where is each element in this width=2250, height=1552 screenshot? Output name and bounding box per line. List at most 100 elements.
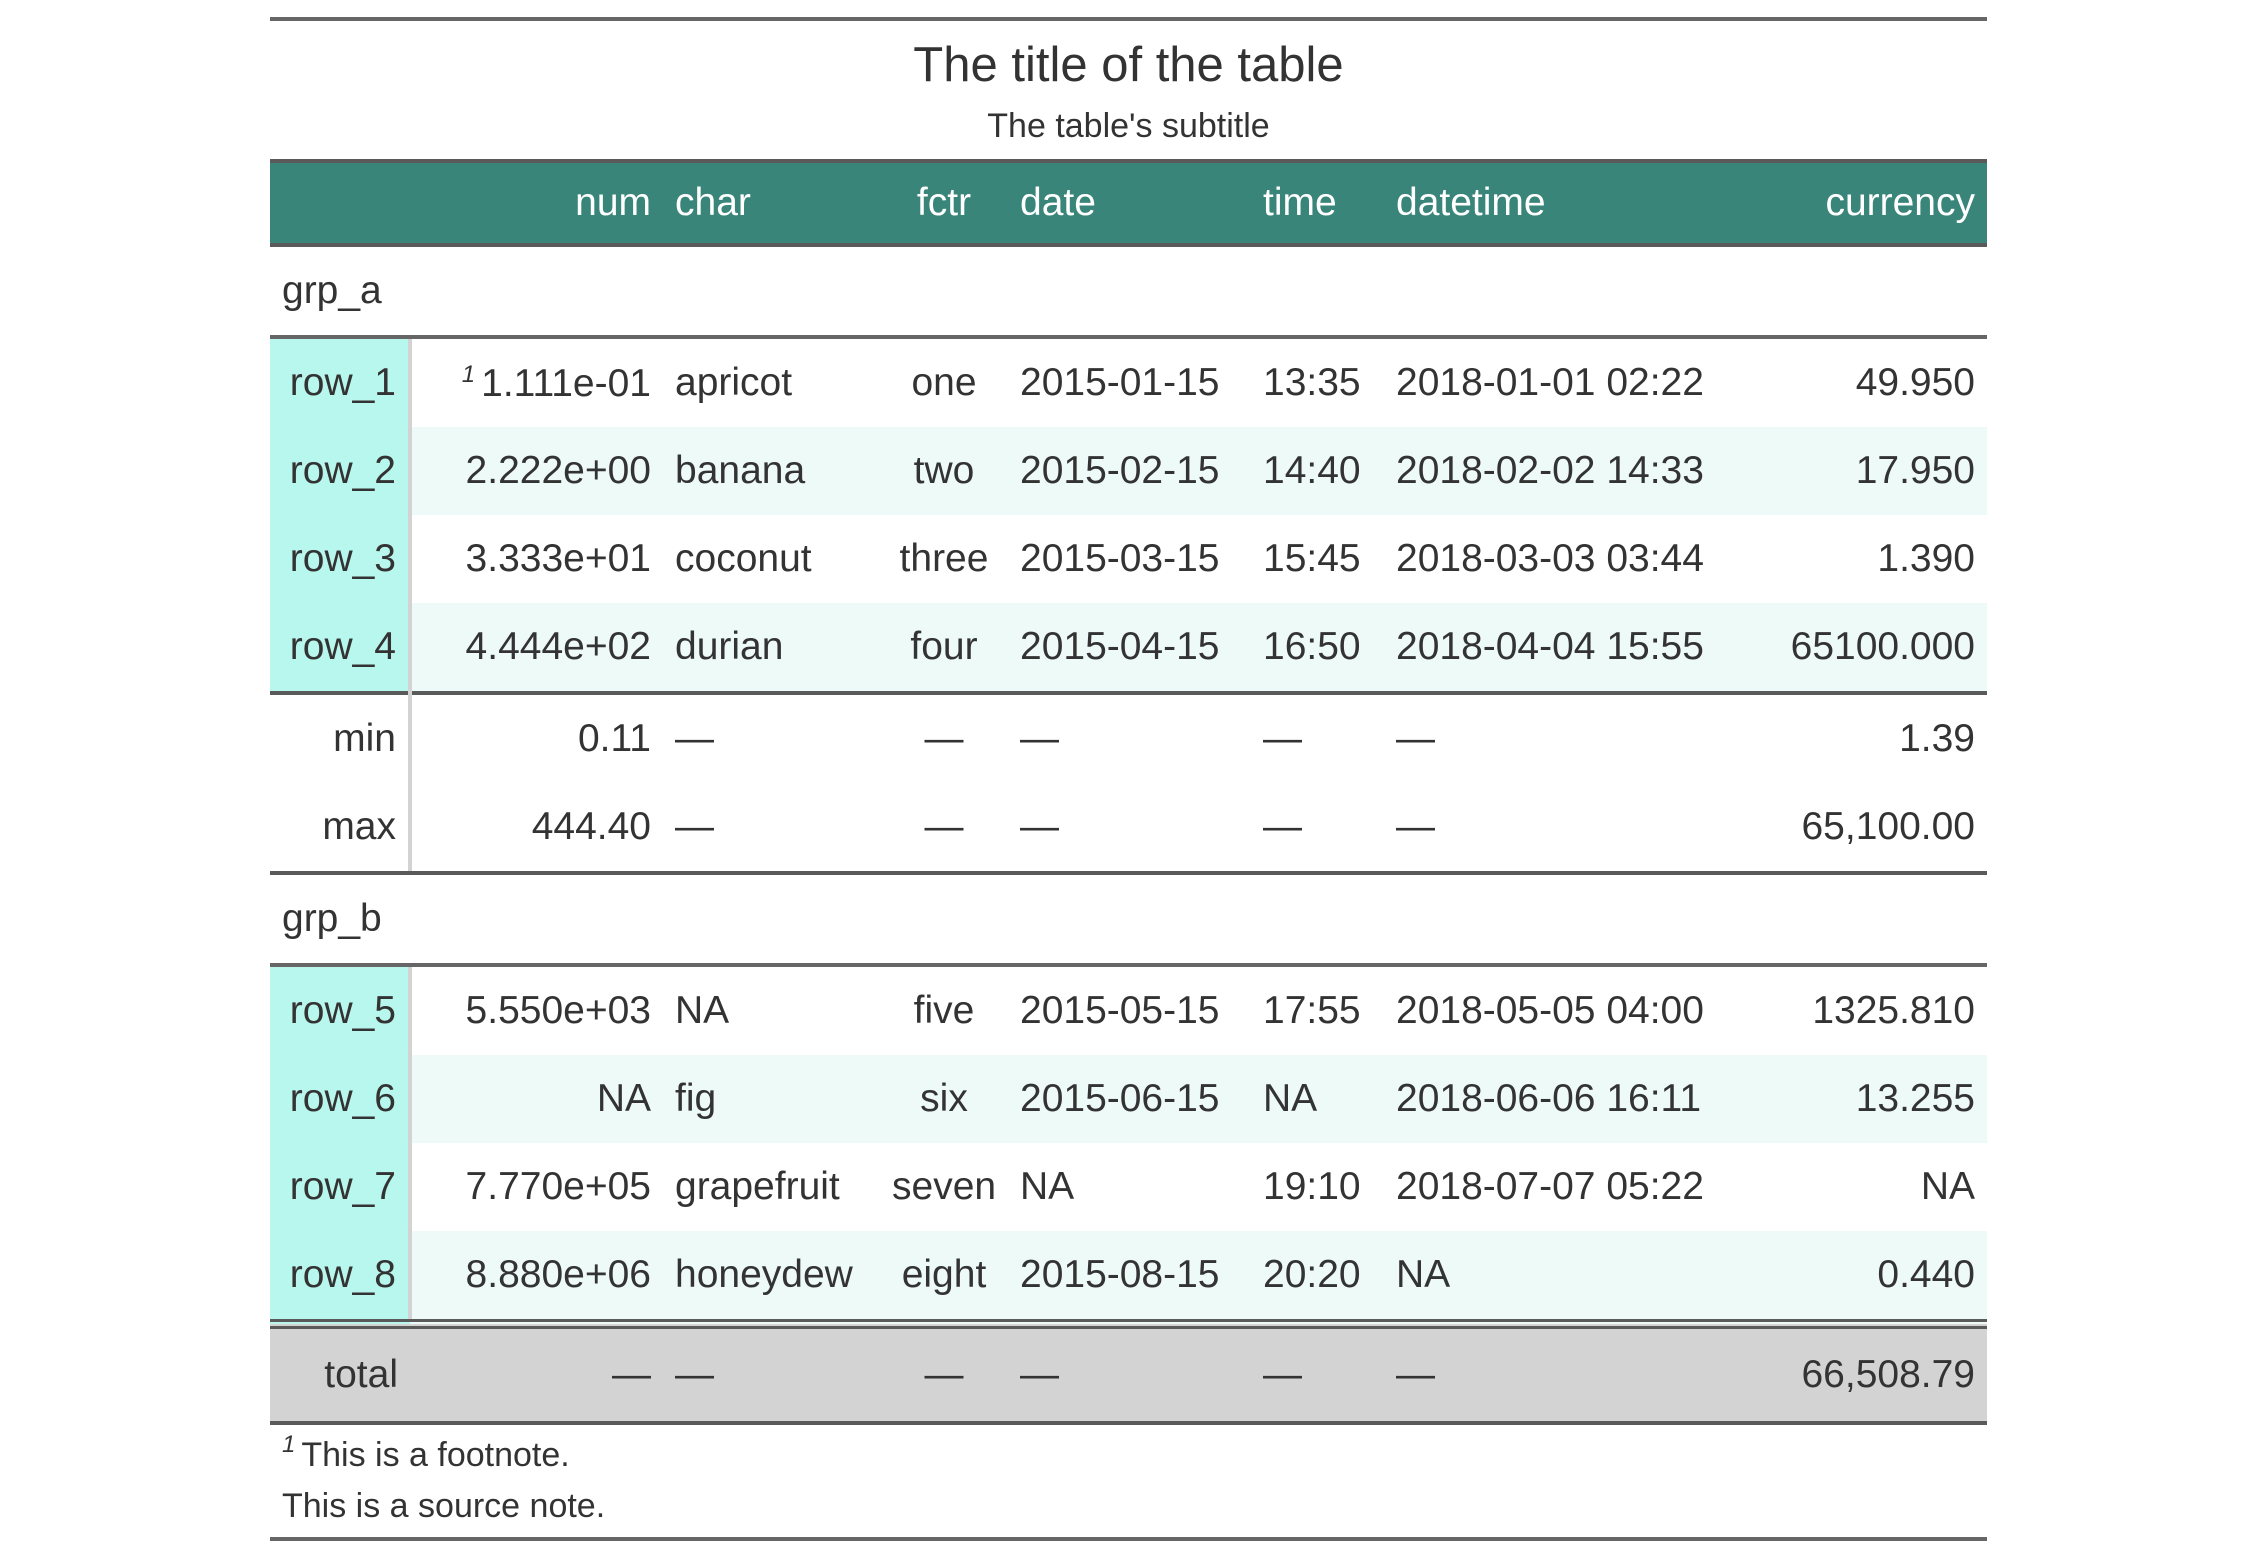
row-stub: row_3 xyxy=(270,515,412,603)
data-table-container: The title of the table The table's subti… xyxy=(270,17,1987,1541)
column-header-datetime: datetime xyxy=(1384,159,1754,247)
grand-summary-time: — xyxy=(1251,1319,1384,1425)
cell-datetime: 2018-06-06 16:11 xyxy=(1384,1055,1754,1143)
row-stub: row_8 xyxy=(270,1231,412,1324)
cell-currency: 65100.000 xyxy=(1754,603,1987,693)
cell-date: 2015-04-15 xyxy=(1008,603,1251,693)
summary-currency: 65,100.00 xyxy=(1754,783,1987,875)
cell-time: 20:20 xyxy=(1251,1231,1384,1324)
cell-num: 8.880e+06 xyxy=(410,1231,663,1324)
cell-currency: 1325.810 xyxy=(1812,989,1975,1032)
row-stub: row_4 xyxy=(270,603,412,693)
footnote: 1 This is a footnote. xyxy=(270,1423,1987,1475)
cell-char: apricot xyxy=(675,361,793,404)
cell-num: 7.770e+05 xyxy=(465,1165,651,1208)
footnote-text: This is a footnote. xyxy=(301,1436,570,1474)
table-row: row_1 1 1.111e-01 apricot one 2015-01-15 … xyxy=(270,337,1987,427)
cell-currency: NA xyxy=(1920,1165,1975,1208)
column-header-time: time xyxy=(1251,159,1384,247)
cell-fctr: eight xyxy=(880,1231,1008,1324)
table-row: row_3 3.333e+01 coconut three 2015-03-15… xyxy=(270,515,1987,603)
cell-currency: 13.255 xyxy=(1754,1055,1987,1143)
footnote-mark: 1 xyxy=(282,1431,296,1458)
cell-char: coconut xyxy=(675,537,812,580)
cell-fctr: four xyxy=(880,603,1008,693)
row-group-heading: grp_a xyxy=(270,245,1987,339)
cell-num-value: 1.111e-01 xyxy=(481,361,651,405)
column-header-date: date xyxy=(1008,159,1251,247)
row-stub: row_6 xyxy=(270,1055,412,1143)
row-group-heading: grp_b xyxy=(270,873,1987,967)
column-header-fctr: fctr xyxy=(880,159,1008,247)
cell-num: 1 1.111e-01 xyxy=(410,337,663,427)
column-header-currency: currency xyxy=(1754,159,1987,247)
column-header-num: num xyxy=(410,159,663,247)
cell-time: NA xyxy=(1251,1055,1384,1143)
summary-stub: max xyxy=(270,783,412,875)
cell-char: honeydew xyxy=(663,1231,880,1324)
grand-summary-char: — xyxy=(663,1319,880,1425)
row-stub: row_7 xyxy=(270,1143,412,1231)
summary-num: 444.40 xyxy=(410,783,663,875)
cell-char: fig xyxy=(663,1055,880,1143)
cell-fctr: seven xyxy=(892,1165,997,1208)
column-header-char: char xyxy=(663,159,880,247)
summary-fctr: — xyxy=(880,691,1008,783)
row-stub: row_2 xyxy=(270,427,412,515)
summary-time: — xyxy=(1251,783,1384,875)
summary-char: — xyxy=(663,783,880,875)
cell-date: 2015-01-15 xyxy=(1020,361,1220,404)
cell-date: 2015-08-15 xyxy=(1008,1231,1251,1324)
data-table: The title of the table The table's subti… xyxy=(270,17,1987,1541)
cell-fctr: three xyxy=(899,537,989,580)
cell-fctr: two xyxy=(880,427,1008,515)
cell-date: 2015-06-15 xyxy=(1008,1055,1251,1143)
cell-datetime: 2018-01-01 02:22 xyxy=(1396,361,1704,404)
cell-num: 2.222e+00 xyxy=(410,427,663,515)
cell-datetime: 2018-03-03 03:44 xyxy=(1396,537,1704,580)
cell-fctr: six xyxy=(880,1055,1008,1143)
row-stub: row_5 xyxy=(270,965,412,1055)
summary-datetime: — xyxy=(1384,783,1754,875)
cell-num: 4.444e+02 xyxy=(410,603,663,693)
cell-char: grapefruit xyxy=(675,1165,840,1208)
summary-row: min 0.11 — — — — — 1.39 xyxy=(270,691,1987,783)
cell-time: 15:45 xyxy=(1263,537,1361,580)
grand-summary-datetime: — xyxy=(1384,1319,1754,1425)
cell-time: 13:35 xyxy=(1263,361,1361,404)
table-row: row_2 2.222e+00 banana two 2015-02-15 14… xyxy=(270,427,1987,515)
grand-summary-row: total — — — — — — 66,508.79 xyxy=(270,1319,1987,1425)
grand-summary-num: — xyxy=(410,1319,663,1425)
cell-datetime: 2018-07-07 05:22 xyxy=(1396,1165,1704,1208)
cell-date: 2015-03-15 xyxy=(1020,537,1220,580)
cell-date: NA xyxy=(1020,1165,1075,1208)
cell-datetime: 2018-02-02 14:33 xyxy=(1384,427,1754,515)
table-row: row_8 8.880e+06 honeydew eight 2015-08-1… xyxy=(270,1231,1987,1324)
cell-fctr: five xyxy=(913,989,975,1032)
cell-time: 16:50 xyxy=(1251,603,1384,693)
source-note-row: This is a source note. xyxy=(270,1475,1987,1541)
row-group-label: grp_b xyxy=(270,873,1987,967)
summary-num: 0.11 xyxy=(410,691,663,783)
table-title: The title of the table xyxy=(913,38,1344,92)
cell-char: durian xyxy=(663,603,880,693)
table-row: row_5 5.550e+03 NA five 2015-05-15 17:55… xyxy=(270,965,1987,1055)
summary-stub: min xyxy=(270,691,412,783)
cell-datetime: 2018-05-05 04:00 xyxy=(1396,989,1704,1032)
summary-date: — xyxy=(1008,783,1251,875)
summary-row: max 444.40 — — — — — 65,100.00 xyxy=(270,783,1987,875)
table-row: row_7 7.770e+05 grapefruit seven NA 19:1… xyxy=(270,1143,1987,1231)
summary-fctr: — xyxy=(880,783,1008,875)
row-stub: row_1 xyxy=(270,337,412,427)
footnote-mark: 1 xyxy=(461,360,476,388)
footnote-row: 1 This is a footnote. xyxy=(270,1423,1987,1475)
summary-time: — xyxy=(1251,691,1384,783)
summary-currency: 1.39 xyxy=(1754,691,1987,783)
cell-char: NA xyxy=(675,989,730,1032)
cell-time: 14:40 xyxy=(1251,427,1384,515)
summary-datetime: — xyxy=(1384,691,1754,783)
cell-datetime: 2018-04-04 15:55 xyxy=(1384,603,1754,693)
cell-currency: 49.950 xyxy=(1855,361,1975,404)
table-subtitle: The table's subtitle xyxy=(987,106,1270,145)
grand-summary-fctr: — xyxy=(880,1319,1008,1425)
